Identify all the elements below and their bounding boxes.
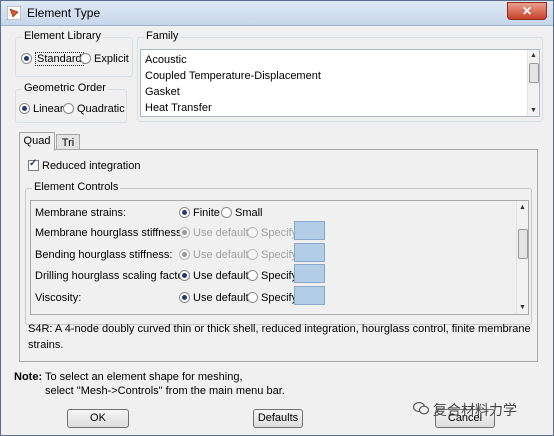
drilling-hourglass-label: Drilling hourglass scaling factor: [35, 270, 191, 282]
radio-indicator [221, 207, 232, 218]
membrane-hourglass-label: Membrane hourglass stiffness: [35, 227, 185, 239]
scroll-up-icon[interactable]: ▲ [518, 203, 527, 212]
radio-indicator [179, 292, 190, 303]
bending-hourglass-default-radio[interactable]: Use default [179, 249, 249, 261]
element-library-label: Element Library [22, 30, 104, 42]
viscosity-specify-radio[interactable]: Specify [247, 292, 297, 304]
radio-indicator [179, 270, 190, 281]
window-title: Element Type [27, 6, 101, 20]
scroll-down-icon[interactable]: ▼ [518, 303, 527, 312]
app-icon [7, 6, 21, 20]
small-radio[interactable]: Small [221, 207, 263, 219]
radio-indicator [179, 207, 190, 218]
bending-hourglass-value-field[interactable] [294, 243, 325, 262]
membrane-strains-label: Membrane strains: [35, 207, 127, 219]
radio-indicator [179, 249, 190, 260]
watermark-text: 复合材料力学 [433, 402, 517, 418]
scroll-thumb[interactable] [529, 63, 539, 83]
radio-indicator [80, 53, 91, 64]
explicit-radio[interactable]: Explicit [80, 53, 129, 65]
quad-tab-panel: Reduced integration Element Controls Mem… [19, 149, 538, 362]
membrane-hourglass-value-field[interactable] [294, 221, 325, 240]
drilling-hourglass-value-field[interactable] [294, 264, 325, 283]
wechat-icon [413, 402, 429, 415]
element-description-line2: strains. [28, 339, 64, 351]
viscosity-value-field[interactable] [294, 286, 325, 305]
element-type-dialog: Element Type ✕ Element Library Standard … [0, 0, 554, 436]
scroll-thumb[interactable] [518, 229, 528, 259]
radio-indicator [179, 227, 190, 238]
radio-indicator [19, 103, 30, 114]
close-button[interactable]: ✕ [507, 2, 547, 20]
element-description-line1: S4R: A 4-node doubly curved thin or thic… [28, 323, 531, 335]
linear-radio[interactable]: Linear [19, 103, 64, 115]
radio-indicator [21, 53, 32, 64]
bending-hourglass-label: Bending hourglass stiffness: [35, 249, 173, 261]
radio-indicator [247, 270, 258, 281]
quadratic-radio[interactable]: Quadratic [63, 103, 125, 115]
family-list[interactable]: Acoustic Coupled Temperature-Displacemen… [140, 49, 540, 117]
standard-radio[interactable]: Standard [21, 52, 84, 66]
geometric-order-label: Geometric Order [22, 82, 108, 94]
bending-hourglass-specify-radio[interactable]: Specify [247, 249, 297, 261]
list-item[interactable]: Coupled Temperature-Displacement [145, 70, 321, 82]
membrane-hourglass-default-radio[interactable]: Use default [179, 227, 249, 239]
defaults-button[interactable]: Defaults [253, 409, 303, 428]
element-controls-scrollbar[interactable]: ▲ ▼ [516, 201, 528, 314]
checkbox-indicator [28, 158, 39, 171]
radio-indicator [247, 292, 258, 303]
note-line2: select "Mesh->Controls" from the main me… [45, 385, 285, 397]
viscosity-default-radio[interactable]: Use default [179, 292, 249, 304]
title-bar[interactable]: Element Type ✕ [1, 1, 553, 26]
note-line1: To select an element shape for meshing, [45, 371, 243, 383]
reduced-integration-checkbox[interactable]: Reduced integration [28, 158, 140, 172]
list-item[interactable]: Gasket [145, 86, 180, 98]
family-scrollbar[interactable]: ▲ ▼ [527, 50, 539, 116]
hidden-row-fragment: · · · · [35, 311, 59, 314]
list-item[interactable]: Heat Transfer [145, 102, 212, 114]
ok-button[interactable]: OK [67, 409, 129, 428]
finite-radio[interactable]: Finite [179, 207, 220, 219]
scroll-up-icon[interactable]: ▲ [529, 51, 538, 60]
radio-indicator [63, 103, 74, 114]
family-group: Family Acoustic Coupled Temperature-Disp… [137, 30, 543, 122]
scroll-down-icon[interactable]: ▼ [529, 106, 538, 115]
viscosity-label: Viscosity: [35, 292, 82, 304]
geometric-order-group: Geometric Order Linear Quadratic [15, 82, 127, 123]
membrane-hourglass-specify-radio[interactable]: Specify [247, 227, 297, 239]
element-controls-label: Element Controls [32, 181, 121, 193]
note-label: Note: [14, 371, 43, 383]
radio-indicator [247, 249, 258, 260]
list-item[interactable]: Acoustic [145, 54, 187, 66]
family-label: Family [144, 30, 181, 42]
tab-quad[interactable]: Quad [19, 132, 55, 151]
drilling-hourglass-default-radio[interactable]: Use default [179, 270, 249, 282]
element-controls-area: Membrane strains: Finite Small Membrane … [30, 200, 529, 315]
radio-indicator [247, 227, 258, 238]
drilling-hourglass-specify-radio[interactable]: Specify [247, 270, 297, 282]
element-library-group: Element Library Standard Explicit [15, 30, 133, 77]
